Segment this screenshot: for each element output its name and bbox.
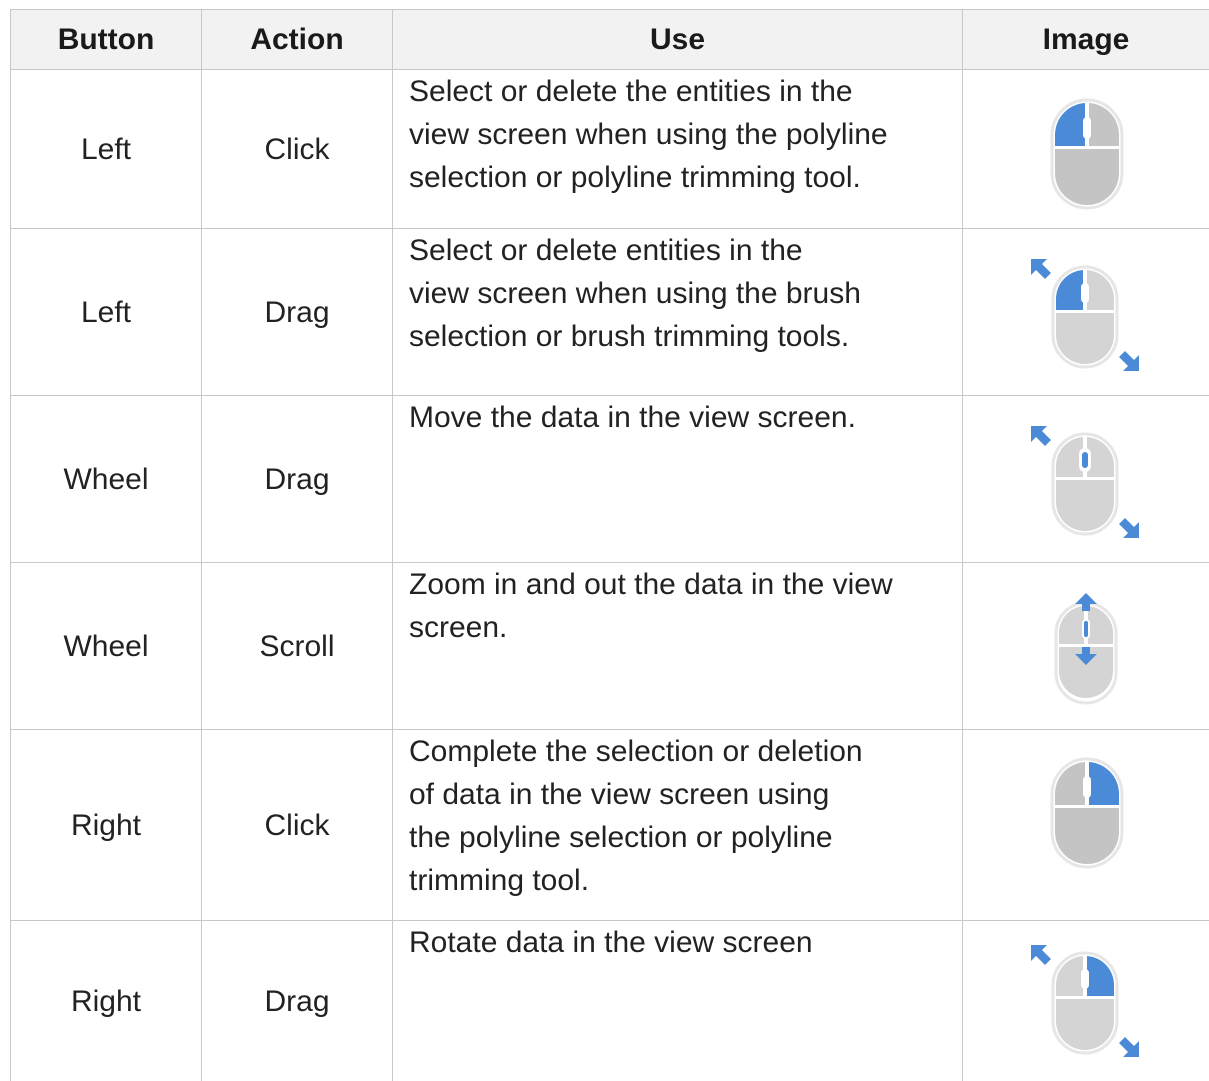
button-cell: Wheel [11,396,202,563]
button-cell: Wheel [11,563,202,730]
action-cell: Click [202,70,393,229]
mouse-right-click-icon [1049,756,1125,870]
mouse-wheel-scroll-icon [1053,591,1119,707]
use-cell: Zoom in and out the data in the view scr… [393,563,963,730]
image-cell [963,396,1209,563]
action-cell: Drag [202,921,393,1081]
use-line: view screen when using the polyline [409,113,946,156]
use-line: Move the data in the view screen. [409,396,946,439]
table-row: Right Click Complete the selection or de… [11,730,1209,921]
image-cell [963,921,1209,1081]
header-use: Use [393,10,963,70]
use-line: screen. [409,606,946,649]
button-cell: Right [11,921,202,1081]
button-cell: Left [11,229,202,396]
use-cell: Select or delete the entities in the vie… [393,70,963,229]
mouse-wheel-drag-icon [1027,422,1143,542]
button-cell: Left [11,70,202,229]
use-line: selection or polyline trimming tool. [409,156,946,199]
table-row: Wheel Drag Move the data in the view scr… [11,396,1209,563]
table-row: Left Click Select or delete the entities… [11,70,1209,229]
use-line: trimming tool. [409,859,946,902]
use-cell: Select or delete entities in the view sc… [393,229,963,396]
header-image: Image [963,10,1209,70]
use-line: Complete the selection or deletion [409,730,946,773]
table-row: Right Drag Rotate data in the view scree… [11,921,1209,1081]
image-cell [963,730,1209,921]
use-cell: Move the data in the view screen. [393,396,963,563]
table-row: Left Drag Select or delete entities in t… [11,229,1209,396]
use-line: view screen when using the brush [409,272,946,315]
action-cell: Click [202,730,393,921]
mouse-left-drag-icon [1027,255,1143,375]
use-line: Select or delete entities in the [409,229,946,272]
header-action: Action [202,10,393,70]
table-header-row: Button Action Use Image [11,10,1209,70]
use-cell: Complete the selection or deletion of da… [393,730,963,921]
header-button: Button [11,10,202,70]
use-line: Zoom in and out the data in the view [409,563,946,606]
use-line: Rotate data in the view screen [409,921,946,964]
use-line: the polyline selection or polyline [409,816,946,859]
mouse-controls-table: Button Action Use Image Left Click Selec… [10,9,1209,1081]
image-cell [963,70,1209,229]
image-cell [963,229,1209,396]
button-cell: Right [11,730,202,921]
action-cell: Drag [202,229,393,396]
image-cell [963,563,1209,730]
use-cell: Rotate data in the view screen [393,921,963,1081]
action-cell: Scroll [202,563,393,730]
use-line: Select or delete the entities in the [409,70,946,113]
table-row: Wheel Scroll Zoom in and out the data in… [11,563,1209,730]
use-line: selection or brush trimming tools. [409,315,946,358]
mouse-left-click-icon [1049,97,1125,211]
use-line: of data in the view screen using [409,773,946,816]
action-cell: Drag [202,396,393,563]
mouse-right-drag-icon [1027,941,1143,1061]
